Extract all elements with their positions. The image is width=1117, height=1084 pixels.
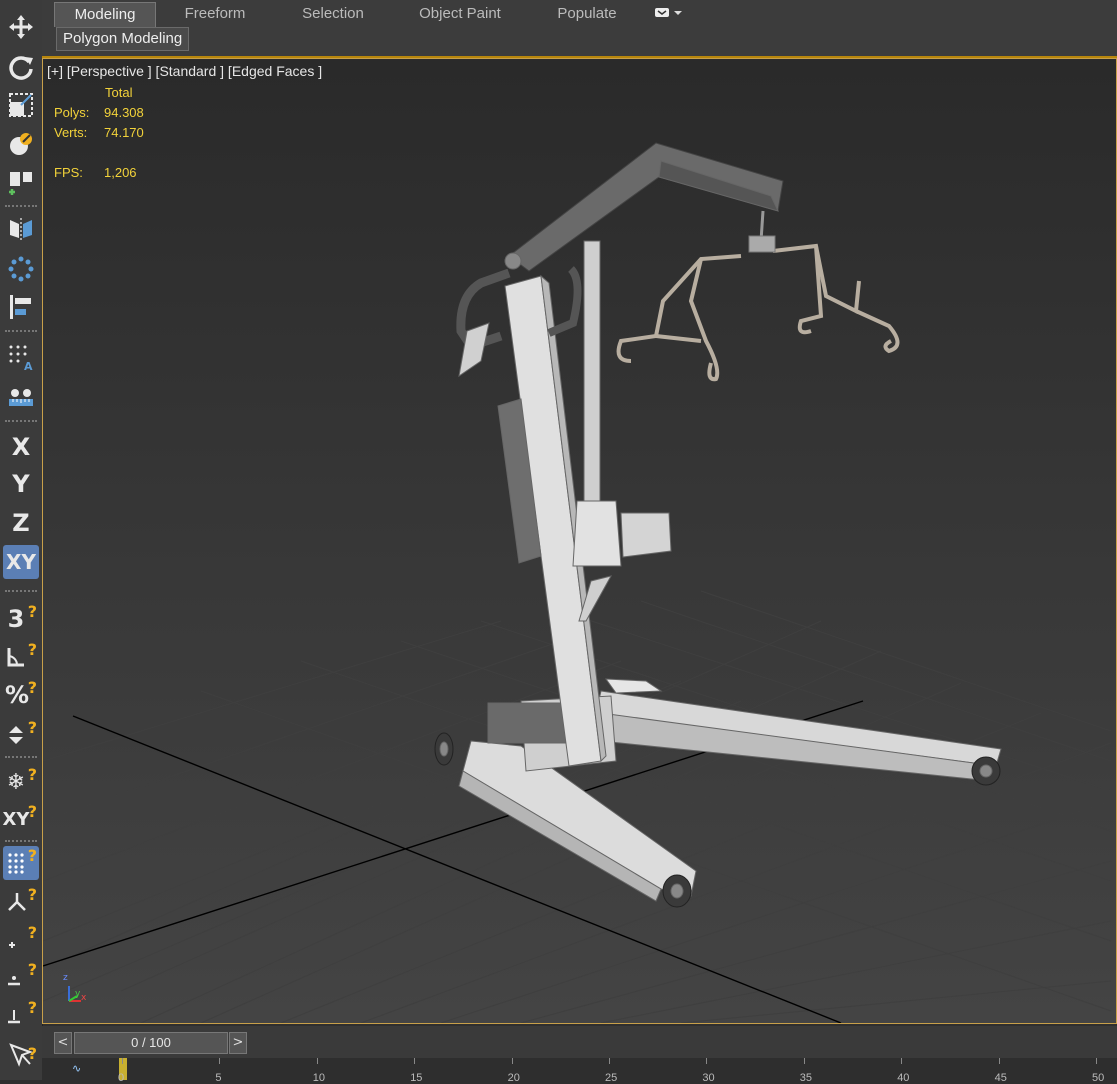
- verts-label: Verts:: [54, 125, 88, 140]
- prev-frame-button[interactable]: <: [54, 1032, 72, 1054]
- axis-xy-button[interactable]: XY: [3, 545, 39, 579]
- track-tick-label: 20: [507, 1072, 520, 1084]
- gizmo-y-label: y: [75, 989, 81, 999]
- track-tick: [122, 1058, 123, 1064]
- track-tick-label: 10: [312, 1072, 326, 1084]
- tab-populate[interactable]: Populate: [528, 2, 646, 26]
- track-tick-label: 50: [1092, 1072, 1105, 1084]
- select-object-icon[interactable]: [3, 166, 39, 200]
- freeze-snap-button[interactable]: ❄ ?: [3, 765, 39, 799]
- tab-freeform[interactable]: Freeform: [156, 2, 274, 26]
- track-tick-label: 0: [118, 1072, 125, 1084]
- percent-snap-button[interactable]: %?: [3, 678, 39, 712]
- track-tick-label: 5: [215, 1072, 222, 1084]
- fps-value: 1,206: [104, 165, 137, 180]
- toolbar-divider: [5, 205, 37, 207]
- track-tick: [219, 1058, 221, 1064]
- rotate-icon[interactable]: [3, 50, 39, 84]
- track-tick: [1096, 1058, 1097, 1064]
- snap-toggle-icon: ?: [27, 923, 37, 942]
- face-snap-button[interactable]: ?: [3, 998, 39, 1032]
- snap-toggle-icon: ?: [27, 960, 37, 979]
- snap-toggle-icon: ?: [27, 998, 37, 1017]
- snap-3d-button[interactable]: 3?: [3, 602, 39, 636]
- main-toolbar: A X Y Z XY 3? ? %? ? ❄ ? XY? ? ? ? ? ? ?: [0, 0, 43, 1080]
- snap-toggle-icon: ?: [27, 718, 37, 737]
- track-tick-label: 30: [702, 1072, 715, 1084]
- polys-label: Polys:: [54, 105, 90, 120]
- next-frame-button[interactable]: >: [229, 1032, 247, 1054]
- curve-editor-icon[interactable]: ∿: [72, 1062, 81, 1075]
- track-tick: [803, 1058, 805, 1064]
- perspective-viewport[interactable]: [+] [Perspective ] [Standard ] [Edged Fa…: [42, 58, 1117, 1024]
- axis-z-button[interactable]: Z: [3, 506, 39, 540]
- edge-snap-button[interactable]: ?: [3, 960, 39, 994]
- toolbar-divider: [5, 756, 37, 758]
- ribbon-options-dropdown[interactable]: [654, 6, 684, 20]
- snap-toggle-icon: ?: [27, 640, 37, 659]
- track-tick-label: 45: [994, 1072, 1007, 1084]
- polys-value: 94.308: [104, 105, 144, 120]
- track-tick: [706, 1058, 708, 1064]
- vertex-snap-button[interactable]: ?: [3, 923, 39, 957]
- patient-lift-model: [434, 142, 1002, 908]
- gizmo-z-label: z: [63, 973, 68, 983]
- fps-label: FPS:: [54, 165, 83, 180]
- toolbar-divider: [5, 330, 37, 332]
- track-tick: [901, 1058, 903, 1064]
- subtab-polygon-modeling[interactable]: Polygon Modeling: [56, 27, 190, 51]
- tab-modeling[interactable]: Modeling: [54, 2, 156, 27]
- ribbon: Modeling Freeform Selection Object Paint…: [42, 0, 1117, 58]
- xy-snap-button[interactable]: XY?: [3, 802, 39, 836]
- pivot-snap-button[interactable]: ?: [3, 885, 39, 919]
- track-bar[interactable]: ∿ 0 5 10 15 20 25 30 35 40 45 50: [42, 1058, 1117, 1084]
- sling-hanger: [616, 243, 900, 382]
- toolbar-divider: [5, 420, 37, 422]
- snap-toggle-icon: ?: [27, 846, 37, 865]
- snap-toggle-icon: ?: [27, 1044, 37, 1063]
- track-tick-label: 40: [897, 1072, 910, 1084]
- svg-text:A: A: [24, 360, 33, 371]
- toolbar-divider: [5, 590, 37, 592]
- track-tick-label: 25: [605, 1072, 618, 1084]
- gizmo-x-label: x: [81, 993, 87, 1003]
- align-icon[interactable]: [3, 290, 39, 324]
- stats-header: Total: [105, 85, 133, 100]
- select-filter-button[interactable]: ?: [3, 1038, 39, 1072]
- place-icon[interactable]: [3, 127, 39, 161]
- verts-value: 74.170: [104, 125, 144, 140]
- move-icon[interactable]: [3, 10, 39, 44]
- mirror-icon[interactable]: [3, 212, 39, 246]
- angle-snap-button[interactable]: ?: [3, 640, 39, 674]
- scale-icon[interactable]: [3, 88, 39, 122]
- tab-selection[interactable]: Selection: [274, 2, 392, 26]
- track-tick: [414, 1058, 416, 1064]
- time-slider[interactable]: 0 / 100: [74, 1032, 228, 1054]
- snap-toggle-icon: ?: [27, 802, 37, 821]
- measure-icon[interactable]: [3, 380, 39, 414]
- array-icon[interactable]: [3, 252, 39, 286]
- track-tick: [316, 1058, 318, 1064]
- time-slider-bar: < 0 / 100 >: [42, 1026, 1117, 1058]
- axis-y-button[interactable]: Y: [3, 467, 39, 501]
- spinner-snap-button[interactable]: ?: [3, 718, 39, 752]
- grid-points-snap-button[interactable]: ?: [3, 846, 39, 880]
- snap-toggle-icon: ?: [27, 765, 37, 784]
- snap-toggle-icon: ?: [27, 885, 37, 904]
- axis-x-button[interactable]: X: [3, 430, 39, 464]
- viewport-label[interactable]: [+] [Perspective ] [Standard ] [Edged Fa…: [47, 63, 322, 79]
- track-tick: [609, 1058, 610, 1064]
- track-tick-label: 15: [410, 1072, 423, 1084]
- auto-grid-icon[interactable]: A: [3, 340, 39, 374]
- track-tick: [511, 1058, 513, 1064]
- scene-canvas: [43, 142, 1112, 1023]
- snowflake-icon: ❄: [6, 769, 26, 795]
- snap-toggle-icon: ?: [27, 602, 37, 621]
- track-tick: [998, 1058, 1000, 1064]
- snap-toggle-icon: ?: [27, 678, 37, 697]
- tab-object-paint[interactable]: Object Paint: [392, 2, 528, 26]
- ribbon-tabs: Modeling Freeform Selection Object Paint…: [54, 2, 646, 27]
- track-tick-label: 35: [799, 1072, 813, 1084]
- toolbar-divider: [5, 840, 37, 842]
